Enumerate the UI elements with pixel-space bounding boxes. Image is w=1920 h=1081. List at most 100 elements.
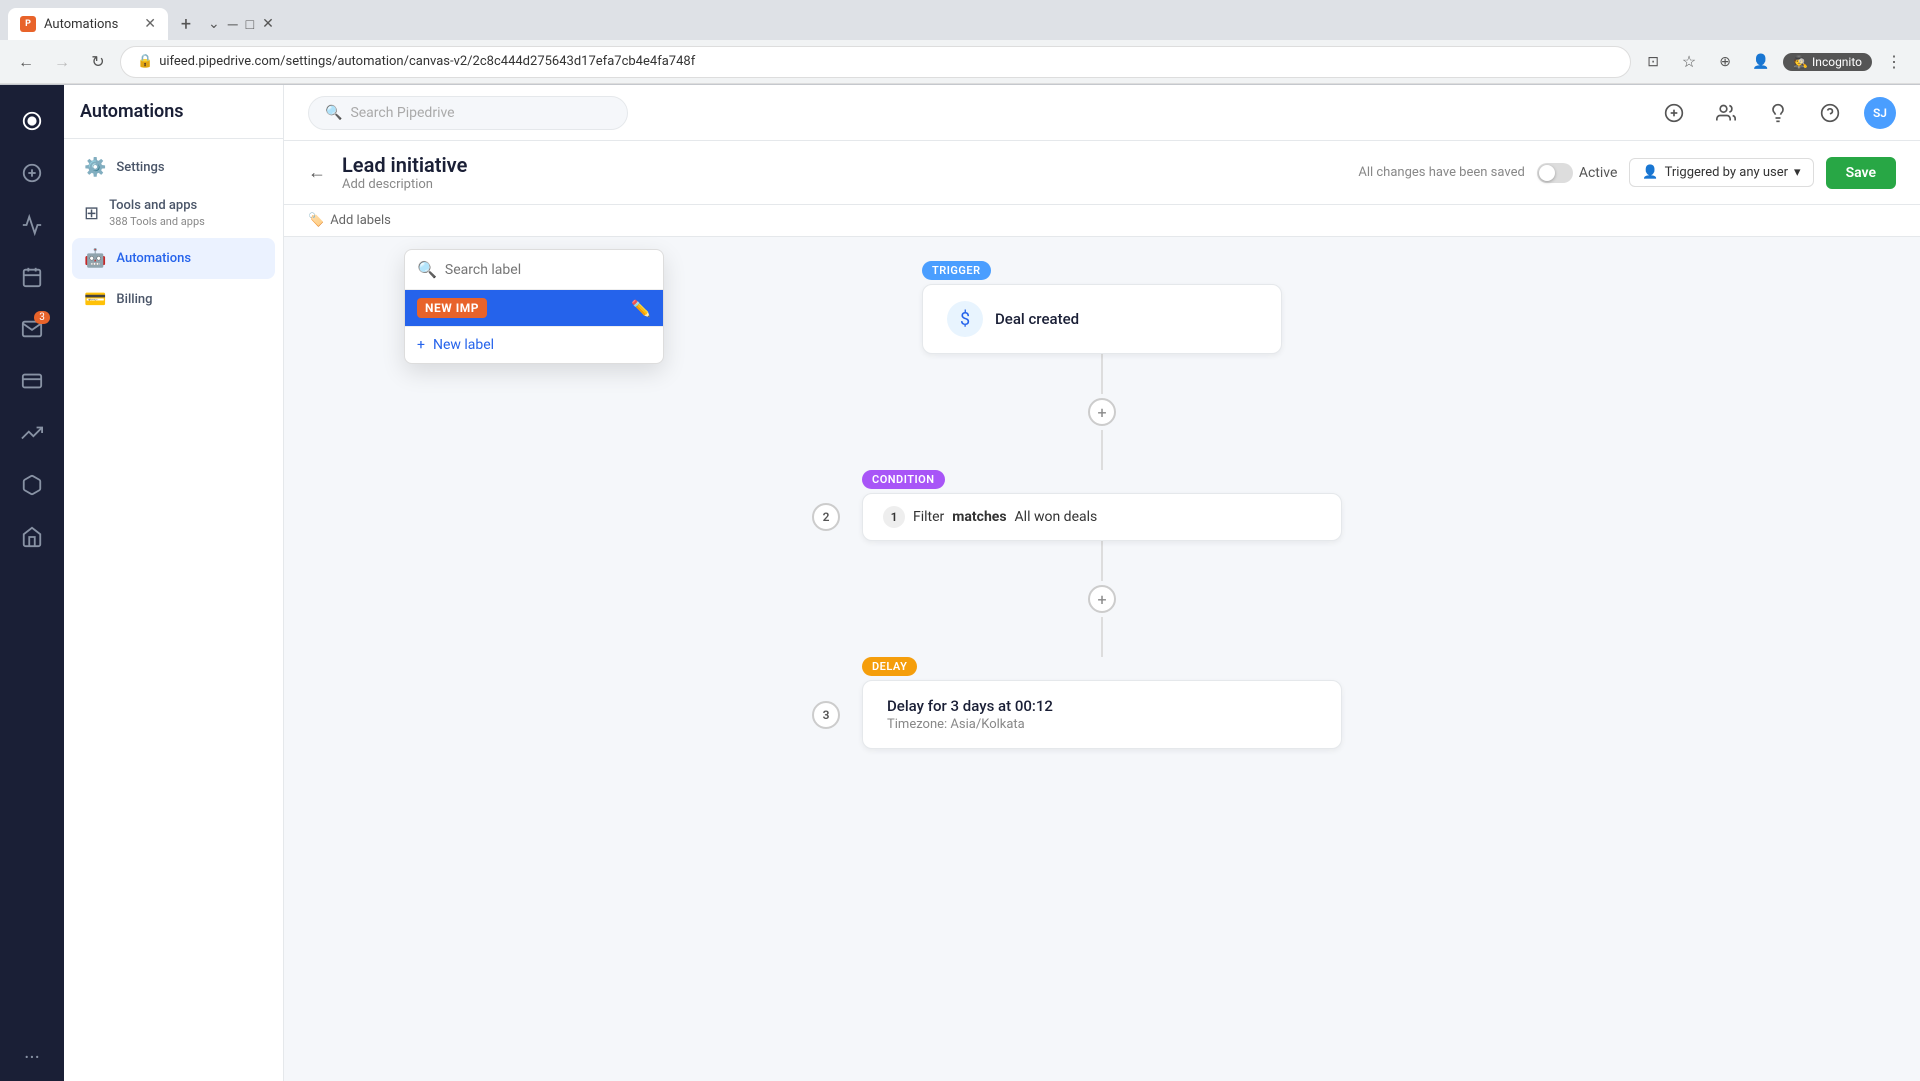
sidebar-item-settings[interactable]: ⚙️ Settings (72, 147, 275, 188)
nav-item-products[interactable] (8, 461, 56, 509)
add-labels-button[interactable]: 🏷️ Add labels (308, 213, 391, 228)
windows-list-icon[interactable]: ⌄ (208, 16, 220, 32)
search-icon-dropdown: 🔍 (417, 260, 437, 279)
nav-item-home[interactable] (8, 97, 56, 145)
bulb-icon[interactable] (1760, 95, 1796, 131)
automations-label: Automations (116, 251, 191, 266)
condition-filter-num: 1 (883, 506, 905, 528)
save-button[interactable]: Save (1826, 157, 1896, 189)
nav-item-marketplace[interactable] (8, 513, 56, 561)
condition-card[interactable]: 1 Filter matches All won deals (862, 493, 1342, 541)
sidebar-item-billing[interactable]: 💳 Billing (72, 279, 275, 320)
nav-item-deals[interactable] (8, 149, 56, 197)
search-placeholder: Search Pipedrive (350, 105, 454, 121)
sidebar: Automations ⚙️ Settings ⊞ Tools and apps… (64, 85, 284, 1081)
browser-menu-icon[interactable]: ⋮ (1880, 48, 1908, 76)
active-tab[interactable]: P Automations ✕ (8, 8, 168, 40)
add-step-button-1[interactable]: + (1088, 398, 1116, 426)
user-avatar[interactable]: SJ (1864, 97, 1896, 129)
step-number-2: 2 (812, 503, 840, 531)
filter-text: Filter (913, 509, 944, 525)
search-bar[interactable]: 🔍 Search Pipedrive (308, 96, 628, 130)
step-number-3: 3 (812, 701, 840, 729)
automations-icon: 🤖 (84, 248, 106, 269)
inbox-badge: 3 (34, 311, 50, 324)
add-labels-text: Add labels (330, 213, 391, 228)
active-toggle[interactable] (1537, 163, 1573, 183)
forward-nav-button[interactable]: → (48, 48, 76, 76)
sidebar-item-automations[interactable]: 🤖 Automations (72, 238, 275, 279)
nav-item-leads[interactable] (8, 201, 56, 249)
delay-subtitle: Timezone: Asia/Kolkata (887, 717, 1317, 732)
filter-matches-text: matches (952, 509, 1006, 525)
add-step-button-2[interactable]: + (1088, 585, 1116, 613)
billing-icon: 💳 (84, 289, 106, 310)
existing-label-item[interactable]: NEW IMP ✏️ (405, 290, 663, 326)
incognito-button[interactable]: 🕵 Incognito (1783, 53, 1872, 71)
nav-item-billing[interactable] (8, 357, 56, 405)
active-label: Active (1579, 165, 1618, 181)
tab-close-button[interactable]: ✕ (144, 16, 156, 32)
nav-more-button[interactable]: ··· (24, 1045, 40, 1069)
left-nav: 3 ··· (0, 85, 64, 1081)
tools-label: Tools and apps (109, 198, 205, 213)
user-icon: 👤 (1642, 165, 1658, 180)
label-dropdown: 🔍 NEW IMP ✏️ + New label (404, 249, 664, 364)
main-content: 🔍 Search Pipedrive (284, 85, 1920, 1081)
window-controls: ⌄ ─ □ ✕ (208, 16, 274, 33)
minimize-button[interactable]: ─ (228, 16, 238, 33)
tab-title: Automations (44, 17, 118, 32)
connector-line-4 (1101, 617, 1103, 657)
back-button[interactable]: ← (308, 162, 326, 183)
top-bar: 🔍 Search Pipedrive (284, 85, 1920, 141)
back-nav-button[interactable]: ← (12, 48, 40, 76)
toggle-knob (1539, 165, 1555, 181)
profile-icon[interactable]: 👤 (1747, 48, 1775, 76)
saved-text: All changes have been saved (1358, 165, 1524, 180)
lock-icon: 🔒 (137, 54, 153, 69)
settings-icon: ⚙️ (84, 157, 106, 178)
incognito-icon: 🕵 (1793, 55, 1808, 69)
edit-icon[interactable]: ✏️ (631, 299, 651, 318)
address-bar[interactable]: 🔒 uifeed.pipedrive.com/settings/automati… (120, 46, 1631, 78)
label-search-input[interactable] (445, 262, 651, 278)
browser-chrome: P Automations ✕ + ⌄ ─ □ ✕ ← → ↻ 🔒 uifeed… (0, 0, 1920, 85)
condition-node-wrapper: CONDITION 2 1 Filter matches All won dea… (862, 470, 1342, 657)
nav-bar: ← → ↻ 🔒 uifeed.pipedrive.com/settings/au… (0, 40, 1920, 84)
nav-item-activities[interactable] (8, 253, 56, 301)
bookmark-icon[interactable]: ☆ (1675, 48, 1703, 76)
filter-value-text: All won deals (1015, 509, 1098, 525)
connector-line-2 (1101, 430, 1103, 470)
help-icon[interactable] (1812, 95, 1848, 131)
sidebar-item-tools[interactable]: ⊞ Tools and apps 388 Tools and apps (72, 188, 275, 238)
plus-icon: + (417, 337, 425, 353)
active-toggle-wrap: Active (1537, 163, 1618, 183)
browser-nav-icons: ⊡ ☆ ⊕ 👤 🕵 Incognito ⋮ (1639, 48, 1908, 76)
close-button[interactable]: ✕ (262, 16, 274, 32)
reload-button[interactable]: ↻ (84, 48, 112, 76)
sidebar-title: Automations (64, 85, 283, 139)
delay-card[interactable]: Delay for 3 days at 00:12 Timezone: Asia… (862, 680, 1342, 749)
extension-icon[interactable]: ⊕ (1711, 48, 1739, 76)
tools-icon: ⊞ (84, 203, 99, 224)
triggered-by-button[interactable]: 👤 Triggered by any user ▾ (1629, 158, 1813, 187)
delay-title: Delay for 3 days at 00:12 (887, 697, 1317, 715)
auto-info: Lead initiative Add description (342, 153, 467, 192)
delay-node-wrapper: DELAY 3 Delay for 3 days at 00:12 Timezo… (862, 657, 1342, 749)
condition-row: 1 Filter matches All won deals (883, 506, 1321, 528)
automation-title: Lead initiative (342, 153, 467, 177)
trigger-node-wrapper: TRIGGER $ Deal created + (922, 261, 1282, 470)
maximize-button[interactable]: □ (246, 16, 254, 33)
trigger-node-card[interactable]: $ Deal created (922, 284, 1282, 354)
tools-count: 388 Tools and apps (109, 215, 205, 228)
new-label-item[interactable]: + New label (405, 326, 663, 363)
automation-description[interactable]: Add description (342, 177, 467, 192)
plus-button[interactable] (1656, 95, 1692, 131)
cast-icon[interactable]: ⊡ (1639, 48, 1667, 76)
nav-item-inbox[interactable]: 3 (8, 305, 56, 353)
tab-bar: P Automations ✕ + ⌄ ─ □ ✕ (0, 0, 1920, 40)
users-icon[interactable] (1708, 95, 1744, 131)
new-tab-button[interactable]: + (172, 10, 200, 38)
nav-item-reports[interactable] (8, 409, 56, 457)
connector-line-3 (1101, 541, 1103, 581)
